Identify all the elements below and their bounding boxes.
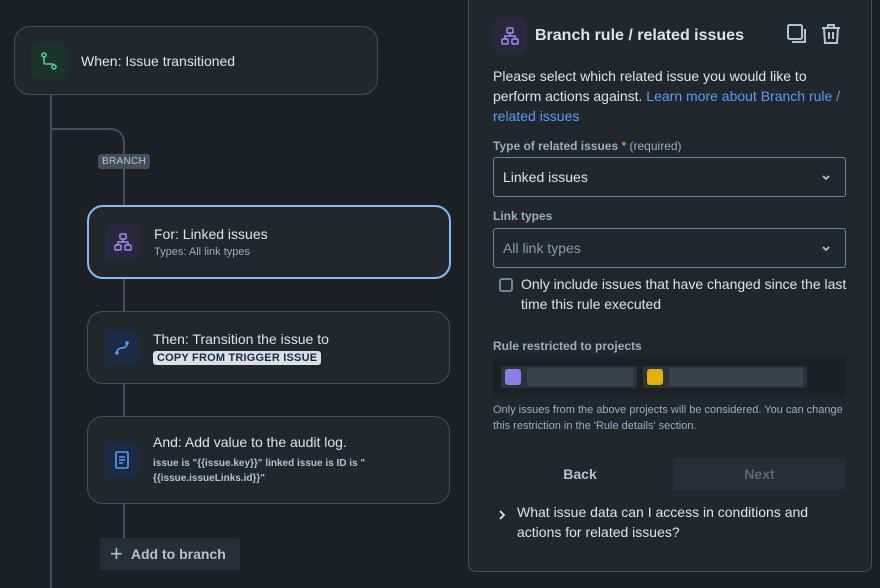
- chevron-down-icon: [819, 170, 833, 187]
- audit-log-action-card[interactable]: And: Add value to the audit log. issue i…: [87, 416, 450, 504]
- trigger-title: When: Issue transitioned: [81, 52, 236, 69]
- audit-log-text: issue is "{{issue.key}}" linked issue is…: [153, 458, 366, 484]
- add-to-branch-label: Add to branch: [130, 546, 226, 562]
- project-pill: [643, 366, 807, 388]
- projects-label: Rule restricted to projects: [493, 339, 642, 353]
- trigger-card[interactable]: When: Issue transitioned: [14, 26, 378, 95]
- restricted-projects-list: [493, 357, 846, 397]
- main-connector-line: [50, 95, 52, 588]
- redacted-project-name: [669, 368, 803, 386]
- changed-issues-option: Only include issues that have changed si…: [499, 274, 851, 314]
- panel-title: Branch rule / related issues: [535, 27, 744, 44]
- panel-description: Please select which related issue you wo…: [493, 66, 853, 126]
- branch-card-subtitle: Types: All link types: [154, 246, 250, 258]
- required-text: (required): [629, 139, 682, 153]
- panel-header: Branch rule / related issues: [493, 19, 744, 53]
- rule-flow-canvas: When: Issue transitioned BRANCH For: Lin…: [0, 0, 468, 588]
- link-types-select[interactable]: All link types: [493, 228, 846, 268]
- next-button[interactable]: Next: [673, 458, 846, 490]
- chevron-down-icon: [819, 241, 833, 258]
- type-label-text: Type of related issues: [493, 139, 619, 153]
- link-types-placeholder: All link types: [503, 240, 581, 256]
- trash-icon[interactable]: [819, 22, 843, 46]
- transition-action-card[interactable]: Then: Transition the issue to COPY FROM …: [87, 311, 450, 384]
- branch-connector-line-4: [123, 504, 125, 539]
- back-button[interactable]: Back: [497, 458, 663, 490]
- transition-status-lozenge: COPY FROM TRIGGER ISSUE: [153, 350, 322, 365]
- panel-header-actions: [785, 22, 843, 46]
- branch-config-panel: Branch rule / related issues Please sele…: [468, 0, 872, 572]
- branch-connector-line-2: [123, 279, 125, 312]
- required-star: *: [621, 139, 627, 153]
- branch-tag: BRANCH: [98, 154, 151, 169]
- changed-issues-checkbox[interactable]: [499, 278, 513, 292]
- related-issues-type-select[interactable]: Linked issues: [493, 157, 846, 197]
- projects-note: Only issues from the above projects will…: [493, 404, 843, 432]
- hierarchy-icon: [105, 224, 141, 260]
- hierarchy-icon: [493, 19, 527, 53]
- copy-icon[interactable]: [785, 22, 809, 46]
- redacted-project-name: [527, 368, 633, 386]
- related-issues-type-value: Linked issues: [503, 169, 588, 185]
- chevron-right-icon: [497, 508, 507, 542]
- branch-card[interactable]: For: Linked issues Types: All link types: [87, 205, 451, 279]
- link-types-label: Link types: [493, 209, 553, 223]
- document-icon: [104, 442, 140, 478]
- project-avatar: [647, 369, 663, 385]
- project-avatar: [505, 369, 521, 385]
- add-to-branch-button[interactable]: + Add to branch: [100, 538, 240, 570]
- transition-icon: [104, 329, 140, 366]
- transition-title: Then: Transition the issue to: [153, 330, 329, 347]
- branch-card-title: For: Linked issues: [154, 226, 268, 242]
- flow-icon: [31, 42, 67, 79]
- project-pill: [501, 366, 637, 388]
- audit-log-title: And: Add value to the audit log.: [153, 434, 347, 450]
- branch-connector-line-3: [123, 383, 125, 417]
- issue-data-faq[interactable]: What issue data can I access in conditio…: [497, 502, 837, 542]
- related-issues-type-label: Type of related issues * (required): [493, 139, 682, 153]
- issue-data-faq-text: What issue data can I access in conditio…: [517, 504, 809, 540]
- changed-issues-checkbox-label: Only include issues that have changed si…: [521, 276, 847, 312]
- plus-icon: +: [110, 541, 123, 566]
